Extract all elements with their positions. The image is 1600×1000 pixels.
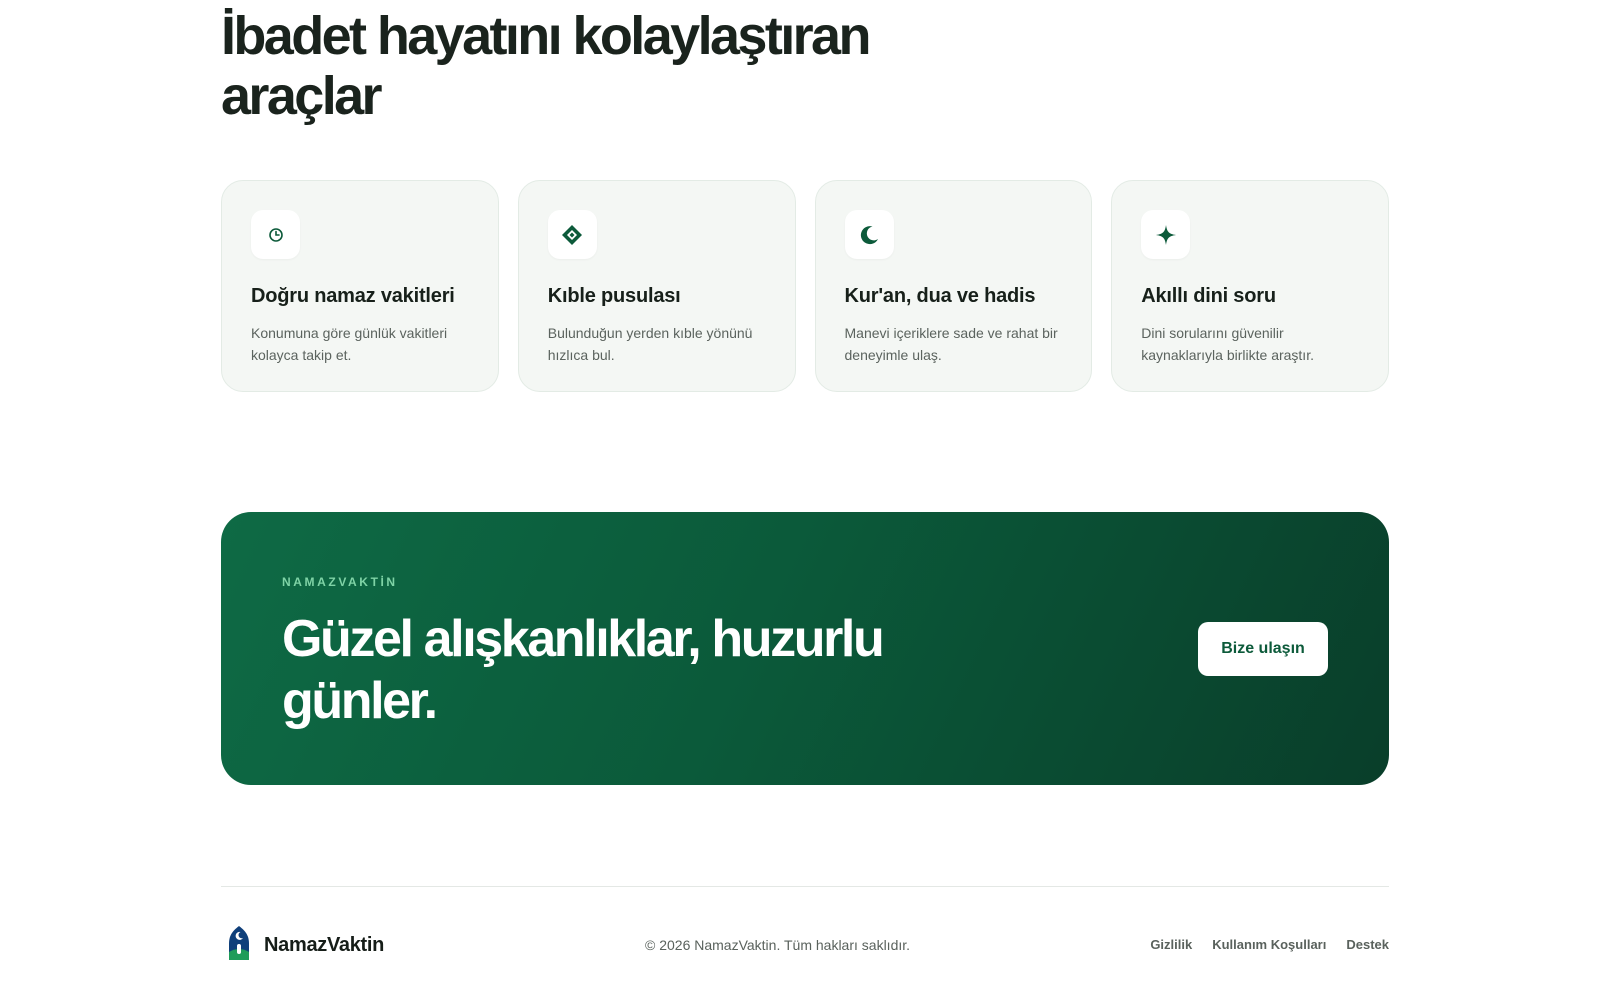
feature-description: Manevi içeriklere sade ve rahat bir dene…: [844, 325, 1058, 363]
cta-title-line2: günler.: [282, 672, 438, 730]
feature-card-qibla[interactable]: Kıble pusulası Bulunduğun yerden kıble y…: [517, 180, 796, 392]
footer-links: Gizlilik Kullanım Koşulları Destek: [1150, 937, 1389, 952]
cta-title: Güzel alışkanlıklar, huzurlu günler.: [282, 608, 922, 732]
page: İbadet hayatını kolaylaştıran araçlar Do…: [0, 0, 1600, 1000]
footer-brand[interactable]: NamazVaktin: [226, 925, 384, 965]
feature-title: Kıble pusulası: [547, 285, 681, 307]
feature-description: Konumuna göre günlük vakitleri kolayca t…: [251, 325, 448, 363]
clock-icon: [251, 210, 300, 259]
hero-title: İbadet hayatını kolaylaştıran araçlar: [221, 6, 921, 126]
footer-brand-name: NamazVaktin: [264, 933, 385, 956]
compass-diamond-icon: [547, 210, 597, 259]
sparkle-icon: [1141, 210, 1191, 259]
feature-title: Akıllı dini soru: [1141, 285, 1276, 307]
feature-card-quran[interactable]: Kur'an, dua ve hadis Manevi içeriklere s…: [814, 180, 1093, 392]
hero-title-line1: İbadet hayatını kolaylaştıran: [221, 6, 871, 66]
footer-divider: [221, 886, 1389, 887]
footer-link-terms[interactable]: Kullanım Koşulları: [1212, 937, 1326, 952]
cta-banner: NAMAZVAKTİN Güzel alışkanlıklar, huzurlu…: [221, 512, 1389, 785]
feature-card-prayer-times[interactable]: Doğru namaz vakitleri Konumuna göre günl…: [221, 180, 499, 392]
feature-title: Doğru namaz vakitleri: [251, 285, 455, 307]
footer-copyright: © 2026 NamazVaktin. Tüm hakları saklıdır…: [645, 937, 911, 953]
contact-button[interactable]: Bize ulaşın: [1198, 622, 1328, 676]
crescent-moon-icon: [844, 210, 894, 259]
feature-description: Bulunduğun yerden kıble yönünü hızlıca b…: [547, 325, 753, 363]
feature-card-smart-question[interactable]: Akıllı dini soru Dini sorularını güvenil…: [1111, 180, 1389, 392]
feature-title: Kur'an, dua ve hadis: [844, 285, 1036, 307]
hero-title-line2: araçlar: [221, 66, 383, 126]
cta-eyebrow: NAMAZVAKTİN: [282, 575, 398, 589]
footer-link-support[interactable]: Destek: [1346, 937, 1389, 952]
cta-title-line1: Güzel alışkanlıklar, huzurlu: [282, 610, 885, 668]
mosque-logo-icon: [226, 924, 252, 967]
footer-link-privacy[interactable]: Gizlilik: [1150, 937, 1192, 952]
features-grid: Doğru namaz vakitleri Konumuna göre günl…: [221, 180, 1389, 392]
feature-description: Dini sorularını güvenilir kaynaklarıyla …: [1141, 325, 1314, 363]
